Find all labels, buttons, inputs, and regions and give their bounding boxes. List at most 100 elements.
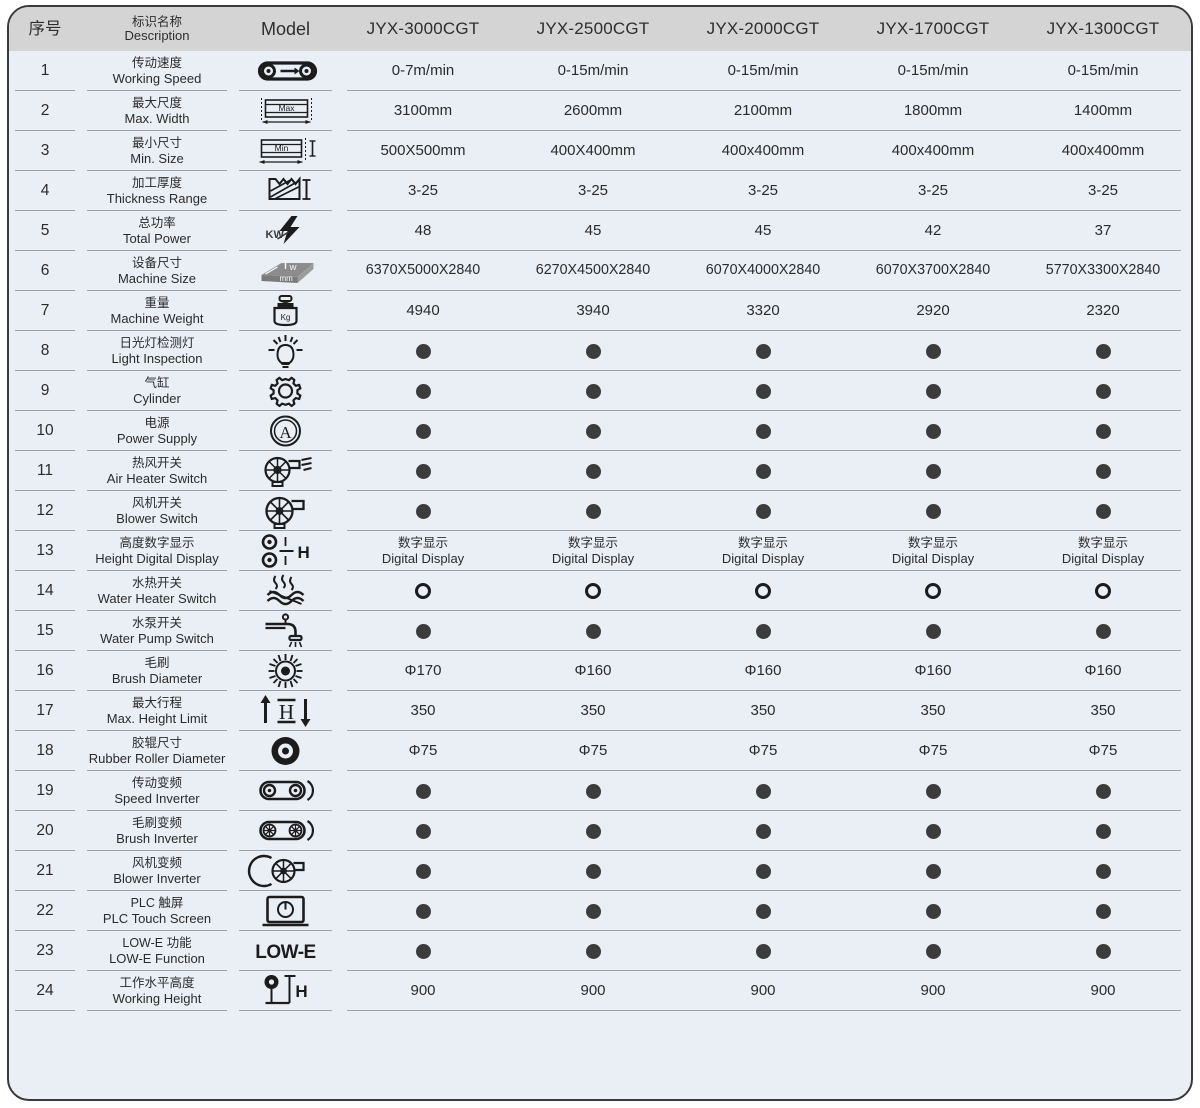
- row-number-cell: 3: [9, 131, 81, 171]
- row-description: 加工厚度 Thickness Range: [107, 176, 207, 207]
- row-number-cell: 12: [9, 491, 81, 531]
- row-value-cell: 3-25: [678, 171, 848, 211]
- mark-filled-circle-icon: [415, 783, 431, 799]
- table-frame: 序号 标识名称 Description Model JYX-3000CGT JY…: [7, 5, 1193, 1101]
- row-number-cell: 8: [9, 331, 81, 371]
- row-number-cell: 7: [9, 291, 81, 331]
- max-width-panel-icon: [233, 93, 338, 129]
- row-description-cell: 热风开关 Air Heater Switch: [81, 451, 233, 491]
- mark-filled-circle-icon: [755, 623, 771, 639]
- mark-hollow-circle-icon: [1095, 583, 1111, 599]
- row-value: Φ160: [574, 662, 612, 679]
- row-value-cell: [678, 771, 848, 811]
- row-description-cn: 传动变频: [131, 775, 182, 790]
- mark-filled-circle-icon: [755, 943, 771, 959]
- min-size-panel-icon: [233, 133, 338, 169]
- row-description-cell: 传动变频 Speed Inverter: [81, 771, 233, 811]
- column-header-jyx-2500cgt: JYX-2500CGT: [508, 19, 678, 39]
- row-value-cell: [848, 411, 1018, 451]
- row-description-cn: 重量: [144, 295, 170, 310]
- thickness-range-icon: [233, 173, 338, 209]
- mark-filled-circle-icon: [415, 423, 431, 439]
- row-description-cell: 毛刷变频 Brush Inverter: [81, 811, 233, 851]
- row-description-cell: 胶辊尺寸 Rubber Roller Diameter: [81, 731, 233, 771]
- row-value: Φ75: [1088, 742, 1118, 759]
- row-number-cell: 16: [9, 651, 81, 691]
- row-value-cell: 900: [508, 971, 678, 1011]
- row-value-cell: 1400mm: [1018, 91, 1188, 131]
- row-value-cell: [1018, 451, 1188, 491]
- row-description-en: Total Power: [123, 230, 191, 246]
- row-value-cell: [678, 371, 848, 411]
- row-value-cell: [508, 411, 678, 451]
- row-description-cn: 毛刷: [144, 655, 170, 670]
- row-value: 数字显示 Digital Display: [892, 536, 974, 567]
- table-row: 19 传动变频 Speed Inverter: [9, 771, 1191, 811]
- weight-kg-icon: [273, 294, 298, 327]
- row-description-cell: 气缸 Cylinder: [81, 371, 233, 411]
- mark-filled-circle-icon: [415, 623, 431, 639]
- row-value-cell: [508, 331, 678, 371]
- row-value-cell: [678, 491, 848, 531]
- speed-inverter-belt-icon: [259, 779, 315, 802]
- row-description-en: Water Heater Switch: [97, 590, 217, 606]
- row-value-cell: [678, 451, 848, 491]
- thickness-range-icon: [268, 178, 312, 200]
- row-value-cell: 6270X4500X2840: [508, 251, 678, 291]
- row-value: 3-25: [747, 182, 779, 199]
- air-heater-blower-icon: [233, 453, 338, 489]
- row-value: 6370X5000X2840: [365, 262, 481, 279]
- column-header-jyx-1300cgt-label: JYX-1300CGT: [1046, 19, 1160, 39]
- row-value: 5770X3300X2840: [1045, 262, 1161, 279]
- row-value-cell: Φ160: [508, 651, 678, 691]
- mark-filled-circle-icon: [755, 383, 771, 399]
- row-description-en: Speed Inverter: [114, 790, 200, 806]
- row-value: 0-15m/min: [1067, 62, 1139, 79]
- row-number-cell: 4: [9, 171, 81, 211]
- row-value-cell: Φ170: [338, 651, 508, 691]
- table-row: 9 气缸 Cylinder: [9, 371, 1191, 411]
- table-row: 15 水泵开关 Water Pump Switch: [9, 611, 1191, 651]
- row-value: 3940: [576, 302, 610, 319]
- row-value: 400x400mm: [1061, 142, 1145, 159]
- row-value-cell: [848, 451, 1018, 491]
- row-number-cell: 14: [9, 571, 81, 611]
- row-number: 1: [40, 62, 50, 79]
- row-value-cell: [1018, 811, 1188, 851]
- mark-filled-circle-icon: [585, 383, 601, 399]
- row-description-en: Blower Inverter: [113, 870, 201, 886]
- mark-filled-circle-icon: [415, 383, 431, 399]
- row-number: 2: [40, 102, 50, 119]
- mark-filled-circle-icon: [585, 903, 601, 919]
- row-value: 350: [1090, 702, 1116, 719]
- mark-filled-circle-icon: [585, 943, 601, 959]
- table-row: 2 最大尺度 Max. Width 3100mm 2600mm 2100mm 1800mm 1…: [9, 91, 1191, 131]
- row-value: 350: [580, 702, 606, 719]
- row-description-cell: 重量 Machine Weight: [81, 291, 233, 331]
- row-model-icon-cell: [233, 971, 338, 1011]
- row-value-cell: [338, 891, 508, 931]
- column-header-model: Model: [233, 19, 338, 40]
- row-value-cell: [678, 931, 848, 971]
- row-value-cell: 350: [338, 691, 508, 731]
- row-value-cell: [848, 371, 1018, 411]
- row-value-cell: 0-15m/min: [678, 51, 848, 91]
- row-value-cn: 数字显示: [907, 535, 958, 550]
- plc-touch-screen-icon: [233, 893, 338, 929]
- row-value: 350: [750, 702, 776, 719]
- row-description-cell: 风机开关 Blower Switch: [81, 491, 233, 531]
- mark-filled-circle-icon: [415, 343, 431, 359]
- row-model-icon-cell: [233, 411, 338, 451]
- mark-filled-circle-icon: [585, 463, 601, 479]
- row-number-cell: 18: [9, 731, 81, 771]
- row-value-en: Digital Display: [551, 550, 635, 566]
- row-description-cell: 最小尺寸 Min. Size: [81, 131, 233, 171]
- row-value: 2320: [1086, 302, 1120, 319]
- row-number-cell: 6: [9, 251, 81, 291]
- table-row: 21 风机变频 Blower Inverter: [9, 851, 1191, 891]
- row-description-cn: PLC 触屏: [130, 895, 184, 910]
- row-number: 23: [36, 942, 54, 959]
- row-value: 3-25: [917, 182, 949, 199]
- row-description-en: Blower Switch: [116, 510, 198, 526]
- row-value: 45: [754, 222, 772, 239]
